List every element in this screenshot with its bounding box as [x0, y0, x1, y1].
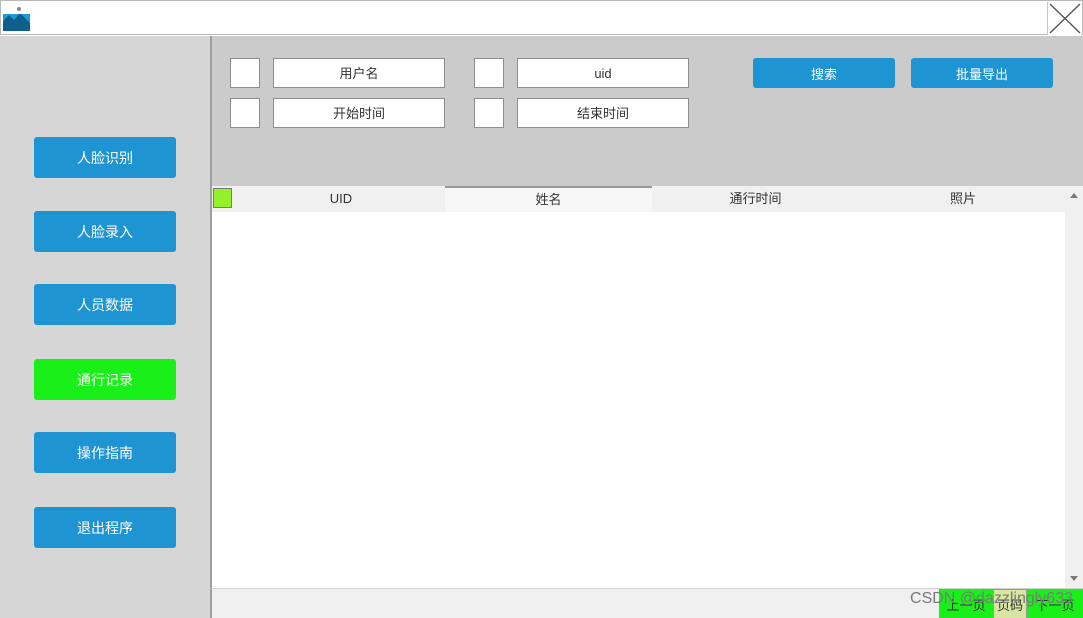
title-bar	[0, 0, 1083, 35]
nav-button-face-enroll[interactable]: 人脸录入	[34, 211, 176, 252]
search-button[interactable]: 搜索	[753, 58, 895, 88]
column-header-photo[interactable]: 照片	[859, 186, 1067, 212]
column-header-uid[interactable]: UID	[237, 186, 445, 212]
end-time-input[interactable]	[517, 98, 689, 128]
scroll-down-icon[interactable]	[1070, 576, 1078, 581]
nav-button-personnel-data[interactable]: 人员数据	[34, 284, 176, 325]
select-all-checkbox[interactable]	[212, 186, 237, 212]
vertical-scrollbar[interactable]	[1065, 186, 1083, 588]
end-time-filter-checkbox[interactable]	[474, 98, 504, 128]
column-header-access-time[interactable]: 通行时间	[652, 186, 859, 212]
bottom-bar: 上一页 页码 下一页	[210, 588, 1083, 618]
start-time-filter-checkbox[interactable]	[230, 98, 260, 128]
nav-button-exit-program[interactable]: 退出程序	[34, 507, 176, 548]
page-number: 页码	[993, 589, 1027, 618]
username-input[interactable]	[273, 58, 445, 88]
table-header: UID 姓名 通行时间 照片	[212, 186, 1067, 212]
sidebar: 人脸识别 人脸录入 人员数据 通行记录 操作指南 退出程序	[0, 36, 210, 618]
uid-filter-checkbox[interactable]	[474, 58, 504, 88]
records-table: UID 姓名 通行时间 照片	[210, 186, 1083, 588]
scroll-up-icon[interactable]	[1070, 193, 1078, 198]
nav-button-access-records[interactable]: 通行记录	[34, 359, 176, 400]
previous-page-button[interactable]: 上一页	[939, 589, 993, 618]
start-time-input[interactable]	[273, 98, 445, 128]
close-icon[interactable]	[1047, 2, 1081, 35]
username-filter-checkbox[interactable]	[230, 58, 260, 88]
nav-button-face-recognition[interactable]: 人脸识别	[34, 137, 176, 178]
app-logo-icon	[3, 6, 30, 31]
batch-export-button[interactable]: 批量导出	[911, 58, 1053, 88]
uid-input[interactable]	[517, 58, 689, 88]
column-header-name[interactable]: 姓名	[445, 186, 652, 212]
next-page-button[interactable]: 下一页	[1027, 589, 1083, 618]
nav-button-operation-guide[interactable]: 操作指南	[34, 432, 176, 473]
